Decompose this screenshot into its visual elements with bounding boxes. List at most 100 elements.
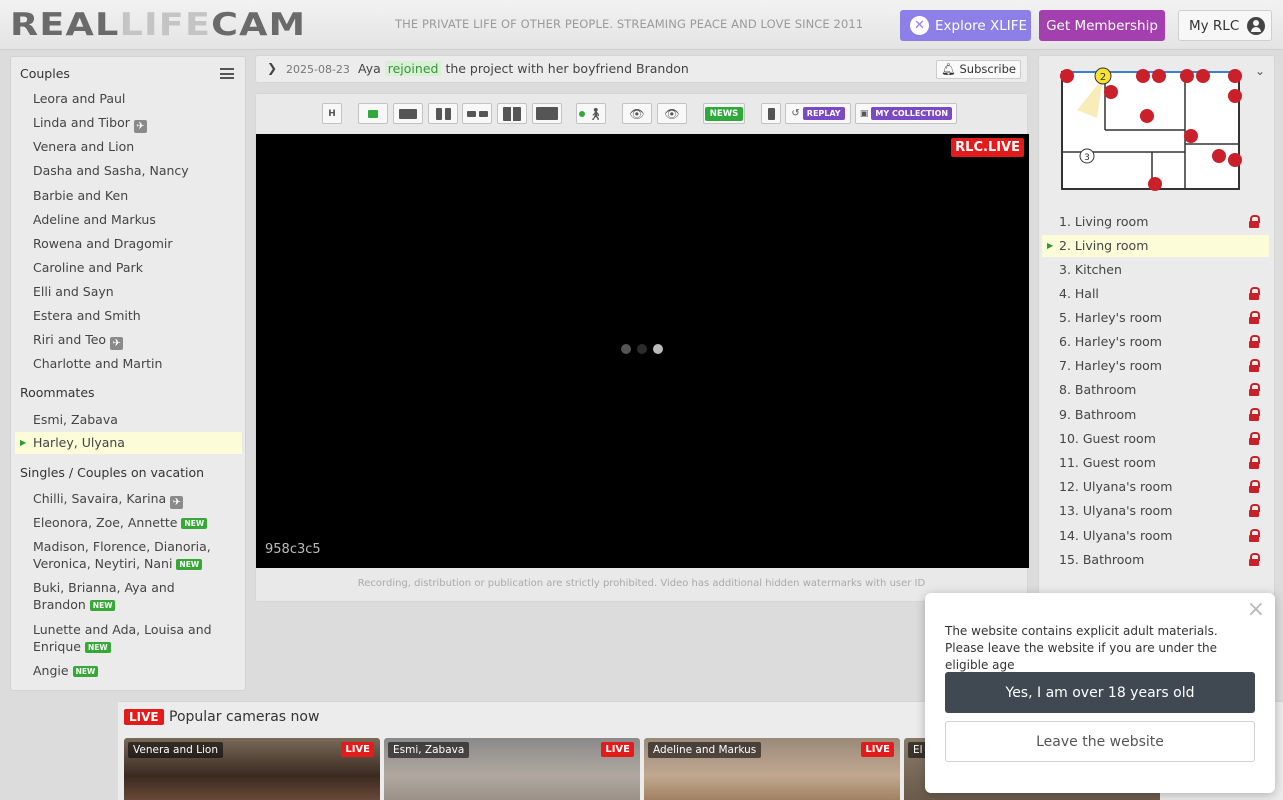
camera-room-item[interactable]: 13. Ulyana's room: [1042, 500, 1269, 522]
close-icon[interactable]: ×: [1247, 599, 1265, 621]
camera-room-item[interactable]: 1. Living room: [1042, 211, 1269, 233]
nav-item[interactable]: Estera and Smith: [15, 307, 242, 324]
user-icon: [1247, 16, 1266, 35]
chevron-right-icon[interactable]: ❯: [267, 61, 277, 75]
video-area[interactable]: RLC.LIVE 958c3c5: [256, 134, 1029, 568]
couples-title: Couples: [20, 66, 70, 81]
site-logo[interactable]: REALLIFECAM: [10, 8, 306, 42]
nav-item[interactable]: Linda and Tibor ✈: [15, 114, 242, 133]
site-tagline: THE PRIVATE LIFE OF OTHER PEOPLE. STREAM…: [395, 17, 864, 31]
lock-icon: [1249, 383, 1260, 396]
nav-item[interactable]: Angie NEW: [15, 662, 242, 679]
nav-item-active[interactable]: Harley, Ulyana: [15, 432, 242, 454]
new-badge: NEW: [84, 642, 111, 653]
rlc-live-badge: RLC.LIVE: [951, 138, 1024, 157]
camera-room-item[interactable]: 6. Harley's room: [1042, 331, 1269, 353]
menu-icon[interactable]: [220, 68, 234, 79]
nav-item[interactable]: Charlotte and Martin: [15, 355, 242, 372]
my-collection-button[interactable]: ▣ MY COLLECTION: [855, 103, 957, 124]
camera-room-item[interactable]: 11. Guest room: [1042, 452, 1269, 474]
event-text: Aya rejoined the project with her boyfri…: [358, 61, 689, 76]
player-toolbar: H 🚶︎ 👁︎ 👁︎ NEWS ↺ REPLAY ▣ MY COLLECTION: [256, 94, 1027, 134]
nav-item[interactable]: Rowena and Dragomir: [15, 235, 242, 252]
camera-room-item[interactable]: 8. Bathroom: [1042, 379, 1269, 401]
camera-room-item[interactable]: 12. Ulyana's room: [1042, 476, 1269, 498]
nav-item[interactable]: Riri and Teo ✈: [15, 331, 242, 350]
nav-item[interactable]: Chilli, Savaira, Karina ✈: [15, 490, 242, 509]
new-badge: NEW: [181, 518, 208, 529]
lock-icon: [1249, 456, 1260, 469]
camera-room-item[interactable]: 5. Harley's room: [1042, 307, 1269, 329]
get-membership-button[interactable]: Get Membership: [1039, 10, 1165, 41]
layout-quad-button[interactable]: [497, 103, 527, 124]
camera-room-item[interactable]: 7. Harley's room: [1042, 355, 1269, 377]
nav-item[interactable]: Caroline and Park: [15, 259, 242, 276]
camera-thumbnail[interactable]: Adeline and Markus LIVE: [644, 738, 900, 800]
camera-room-item[interactable]: 14. Ulyana's room: [1042, 525, 1269, 547]
nav-item[interactable]: Eleonora, Zoe, Annette NEW: [15, 514, 242, 531]
lock-icon: [1249, 432, 1260, 445]
sidebar: Couples Leora and Paul Linda and Tibor ✈…: [10, 56, 246, 691]
nav-item[interactable]: Esmi, Zabava: [15, 411, 242, 428]
replay-button[interactable]: ↺ REPLAY: [785, 103, 851, 124]
confirm-age-button[interactable]: Yes, I am over 18 years old: [945, 672, 1255, 713]
loading-indicator: [621, 344, 663, 354]
camera-room-item[interactable]: 3. Kitchen: [1042, 259, 1269, 281]
modal-text: The website contains explicit adult mate…: [945, 624, 1218, 672]
camera-room-item[interactable]: 9. Bathroom: [1042, 404, 1269, 426]
explore-xlife-label: Explore XLIFE: [935, 17, 1027, 34]
news-button[interactable]: NEWS: [703, 103, 745, 124]
layout-single-button[interactable]: [393, 103, 423, 124]
camera-room-label: 4. Hall: [1059, 286, 1099, 301]
camera-room-item[interactable]: 4. Hall: [1042, 283, 1269, 305]
eye-icon[interactable]: 👁︎: [622, 103, 652, 124]
camera-room-label: 13. Ulyana's room: [1059, 503, 1173, 518]
lock-icon: [1249, 359, 1260, 372]
lock-icon: [1249, 287, 1260, 300]
lock-icon: [1249, 215, 1260, 228]
nav-item[interactable]: Buki, Brianna, Aya and Brandon NEW: [15, 579, 242, 613]
eye-outline-icon[interactable]: 👁︎: [657, 103, 687, 124]
floorplan-marker-2: 2: [1100, 72, 1106, 83]
my-rlc-label: My RLC: [1189, 17, 1240, 34]
my-rlc-button[interactable]: My RLC: [1178, 10, 1272, 41]
camera-thumbnail[interactable]: Esmi, Zabava LIVE: [384, 738, 640, 800]
explore-xlife-button[interactable]: ✕ Explore XLIFE: [900, 10, 1031, 41]
chevron-down-icon[interactable]: ⌄: [1255, 64, 1265, 78]
floorplan-marker-3: 3: [1084, 153, 1090, 163]
roommates-title: Roommates: [20, 385, 95, 400]
motion-detect-button[interactable]: 🚶︎: [576, 103, 606, 124]
camera-room-label: 2. Living room: [1059, 238, 1149, 253]
nav-item[interactable]: Dasha and Sasha, Nancy: [15, 162, 242, 179]
lock-icon: [1249, 311, 1260, 324]
camera-room-label: 9. Bathroom: [1059, 407, 1137, 422]
vacation-icon: ✈: [133, 120, 147, 133]
camera-room-label: 6. Harley's room: [1059, 334, 1162, 349]
floor-plan[interactable]: 2 3: [1057, 62, 1247, 192]
nav-item[interactable]: Madison, Florence, Dianoria, Veronica, Ne…: [15, 538, 242, 572]
layout-single-small-button[interactable]: [358, 103, 388, 124]
nav-item[interactable]: Venera and Lion: [15, 138, 242, 155]
camera-room-item[interactable]: 15. Bathroom: [1042, 549, 1269, 571]
camera-room-label: 8. Bathroom: [1059, 382, 1137, 397]
camera-room-item[interactable]: 10. Guest room: [1042, 428, 1269, 450]
lock-icon: [1249, 504, 1260, 517]
leave-website-button[interactable]: Leave the website: [945, 721, 1255, 762]
layout-double-button[interactable]: [462, 103, 492, 124]
nav-item[interactable]: Barbie and Ken: [15, 187, 242, 204]
new-badge: NEW: [72, 666, 99, 677]
hd-toggle-button[interactable]: H: [322, 103, 342, 124]
nav-item[interactable]: Leora and Paul: [15, 90, 242, 107]
camera-room-label: 10. Guest room: [1059, 431, 1156, 446]
nav-item[interactable]: Adeline and Markus: [15, 211, 242, 228]
camera-room-item[interactable]: 2. Living room: [1042, 235, 1269, 257]
layout-vertical-button[interactable]: [428, 103, 458, 124]
layout-full-button[interactable]: [532, 103, 562, 124]
remote-icon[interactable]: [761, 103, 781, 124]
nav-item[interactable]: Elli and Sayn: [15, 283, 242, 300]
subscribe-button[interactable]: 🔔︎ Subscribe: [936, 60, 1021, 79]
nav-item[interactable]: Lunette and Ada, Louisa and Enrique NEW: [15, 621, 242, 655]
camera-thumbnail[interactable]: Venera and Lion LIVE: [124, 738, 380, 800]
lock-icon: [1249, 335, 1260, 348]
lock-icon: [1249, 529, 1260, 542]
